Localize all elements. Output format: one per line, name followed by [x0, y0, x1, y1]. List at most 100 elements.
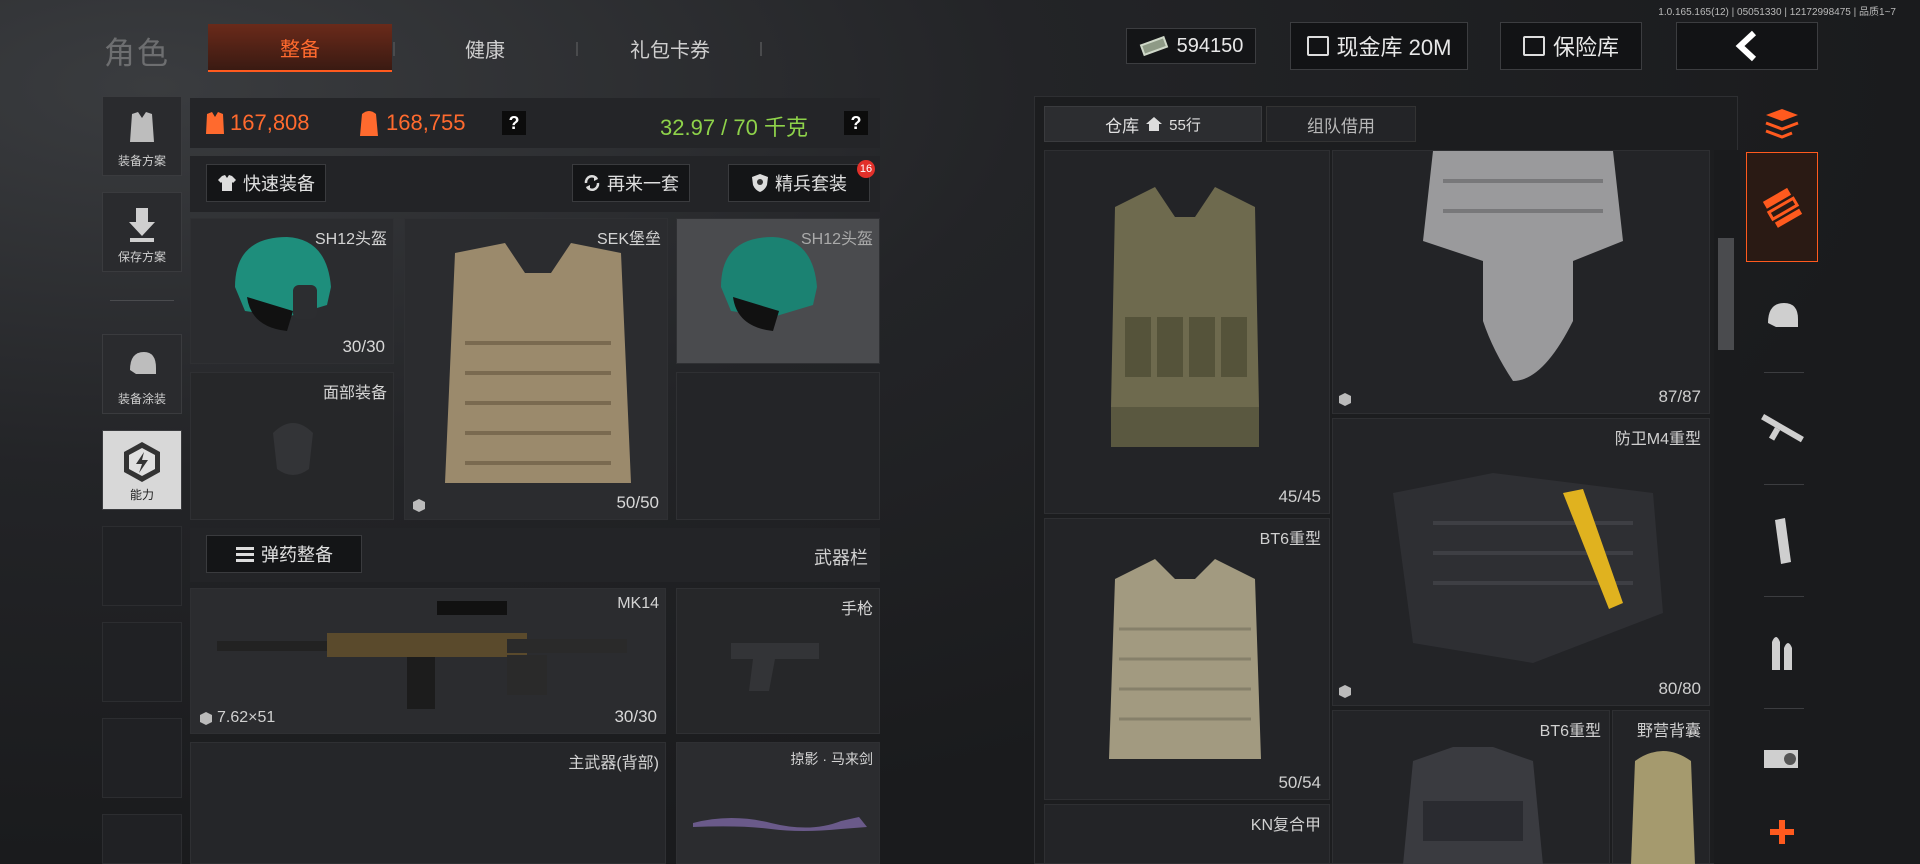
- primary-weapon-label: MK14: [617, 595, 659, 612]
- warehouse-item[interactable]: BT6重型 50/54: [1044, 518, 1330, 800]
- armor-image: [445, 243, 631, 483]
- version-text: 1.0.165.165(12) | 05051330 | 12172998475…: [1658, 7, 1896, 18]
- game-screen: 1.0.165.165(12) | 05051330 | 12172998475…: [0, 0, 1920, 864]
- refresh-icon: [584, 175, 600, 191]
- rifle-image: [217, 601, 627, 709]
- tab-warehouse[interactable]: 仓库 55行: [1044, 106, 1262, 142]
- item-count: 80/80: [1658, 679, 1701, 698]
- item-label: BT6重型: [1259, 531, 1321, 548]
- back-arrow-icon: [1735, 30, 1757, 62]
- weight-help-button[interactable]: ?: [844, 111, 868, 135]
- pistol-label: 手枪: [840, 601, 873, 618]
- armor-image: [1393, 473, 1663, 663]
- pistol-slot[interactable]: 手枪: [676, 588, 880, 734]
- sidebar-label: 保存方案: [117, 250, 166, 264]
- warehouse-rows: 55行: [1169, 116, 1201, 134]
- sidebar-empty-slot: [102, 526, 182, 606]
- armor-image: [1423, 151, 1623, 381]
- primary-weapon-slot[interactable]: MK14 7.62×51 30/30: [190, 588, 666, 734]
- armor-value-icon: [206, 112, 224, 134]
- shirt-icon: [218, 175, 236, 191]
- face-mask-icon: [273, 423, 313, 475]
- quick-equip-button[interactable]: 快速装备: [206, 164, 326, 202]
- empty-slot[interactable]: [676, 372, 880, 520]
- sidebar-label: 能力: [129, 488, 154, 502]
- item-label: KN复合甲: [1250, 817, 1321, 834]
- warehouse-item[interactable]: BT6重型: [1332, 710, 1610, 864]
- box-icon: [413, 499, 425, 512]
- magazine-icon: [1775, 518, 1791, 564]
- warehouse-item[interactable]: 防卫M4重型 80/80: [1332, 418, 1710, 706]
- category-divider: [1764, 484, 1804, 485]
- sidebar-ability[interactable]: 能力: [102, 430, 182, 510]
- helmet-slot[interactable]: SH12头盔 30/30: [190, 218, 394, 364]
- tab-health[interactable]: 健康: [400, 24, 570, 72]
- lightning-hex-icon: [124, 442, 160, 482]
- melee-slot[interactable]: 掠影 · 马来剑: [676, 742, 880, 864]
- face-gear-slot[interactable]: 面部装备: [190, 372, 394, 520]
- download-icon: [129, 208, 155, 242]
- ammo-prepare-button[interactable]: 弹药整备: [206, 535, 362, 573]
- add-category-button[interactable]: [1746, 800, 1818, 864]
- tab-divider: [760, 42, 762, 56]
- weight-value: 32.97 / 70 千克: [660, 115, 808, 140]
- box-icon: [200, 712, 212, 725]
- safe-label: 保险库: [1552, 35, 1619, 60]
- tab-prepare[interactable]: 整备: [208, 24, 392, 72]
- warehouse-item[interactable]: 野营背囊: [1612, 710, 1710, 864]
- equip-again-label: 再来一套: [607, 174, 679, 194]
- helmet-preview-slot[interactable]: SH12头盔: [676, 218, 880, 364]
- melee-label: 掠影 · 马来剑: [790, 751, 873, 767]
- category-magazine[interactable]: [1746, 486, 1818, 596]
- tab-gift-coupons[interactable]: 礼包卡券: [590, 24, 750, 72]
- back-weapon-label: 主武器(背部): [568, 755, 659, 772]
- sidebar-equipment-skin[interactable]: 装备涂装: [102, 334, 182, 414]
- warehouse-item[interactable]: KN复合甲: [1044, 804, 1330, 864]
- stack-sort-icon: [1765, 109, 1799, 139]
- help-button[interactable]: ?: [502, 111, 526, 135]
- armor-durability: 50/50: [616, 493, 659, 512]
- sidebar-divider: [110, 300, 174, 301]
- safe-button[interactable]: 保险库: [1500, 22, 1642, 70]
- category-ammo[interactable]: [1746, 598, 1818, 708]
- armor-slot[interactable]: SEK堡垒 50/50: [404, 218, 668, 520]
- armor-label: SEK堡垒: [596, 231, 661, 248]
- back-button[interactable]: [1676, 22, 1818, 70]
- category-rifle[interactable]: [1746, 374, 1818, 484]
- vest-icon: [130, 112, 154, 142]
- sort-button[interactable]: [1746, 96, 1818, 152]
- elite-set-button[interactable]: 精兵套装: [728, 164, 870, 202]
- scroll-thumb[interactable]: [1718, 238, 1734, 350]
- sidebar-empty-slot: [102, 622, 182, 702]
- equip-value: 167,808: [230, 110, 310, 135]
- bullets-icon: [1772, 637, 1792, 670]
- backpack-image: [1631, 751, 1695, 864]
- item-count: 87/87: [1658, 387, 1701, 406]
- vault-icon: [1306, 36, 1329, 56]
- warehouse-item[interactable]: 87/87: [1332, 150, 1710, 414]
- pistol-icon: [731, 643, 819, 691]
- sidebar-empty-slot: [102, 718, 182, 798]
- armor-image: [1111, 187, 1259, 447]
- cash-vault-button[interactable]: 现金库 20M: [1290, 22, 1468, 70]
- sidebar-save-plan[interactable]: 保存方案: [102, 192, 182, 272]
- helmet-label: SH12头盔: [314, 231, 387, 248]
- tab-team-borrow[interactable]: 组队借用: [1266, 106, 1416, 142]
- equip-again-button[interactable]: 再来一套: [572, 164, 690, 202]
- sidebar-loadout-plan[interactable]: 装备方案: [102, 96, 182, 176]
- category-helmet[interactable]: [1746, 262, 1818, 372]
- warehouse-tab-label: 仓库: [1105, 116, 1140, 136]
- helmet-icon: [130, 352, 156, 374]
- ammo-icon: [236, 547, 254, 562]
- layers-icon: [1762, 187, 1803, 228]
- sidebar-empty-slot: [102, 814, 182, 864]
- category-all[interactable]: [1746, 152, 1818, 262]
- money-display: 594150: [1126, 28, 1256, 64]
- category-attachment[interactable]: [1746, 712, 1818, 808]
- warehouse-item[interactable]: 45/45: [1044, 150, 1330, 514]
- back-weapon-slot[interactable]: 主武器(背部): [190, 742, 666, 864]
- quick-equip-label: 快速装备: [243, 174, 315, 194]
- shield-icon: [752, 174, 768, 192]
- face-gear-label: 面部装备: [322, 385, 387, 402]
- item-count: 45/45: [1278, 487, 1321, 506]
